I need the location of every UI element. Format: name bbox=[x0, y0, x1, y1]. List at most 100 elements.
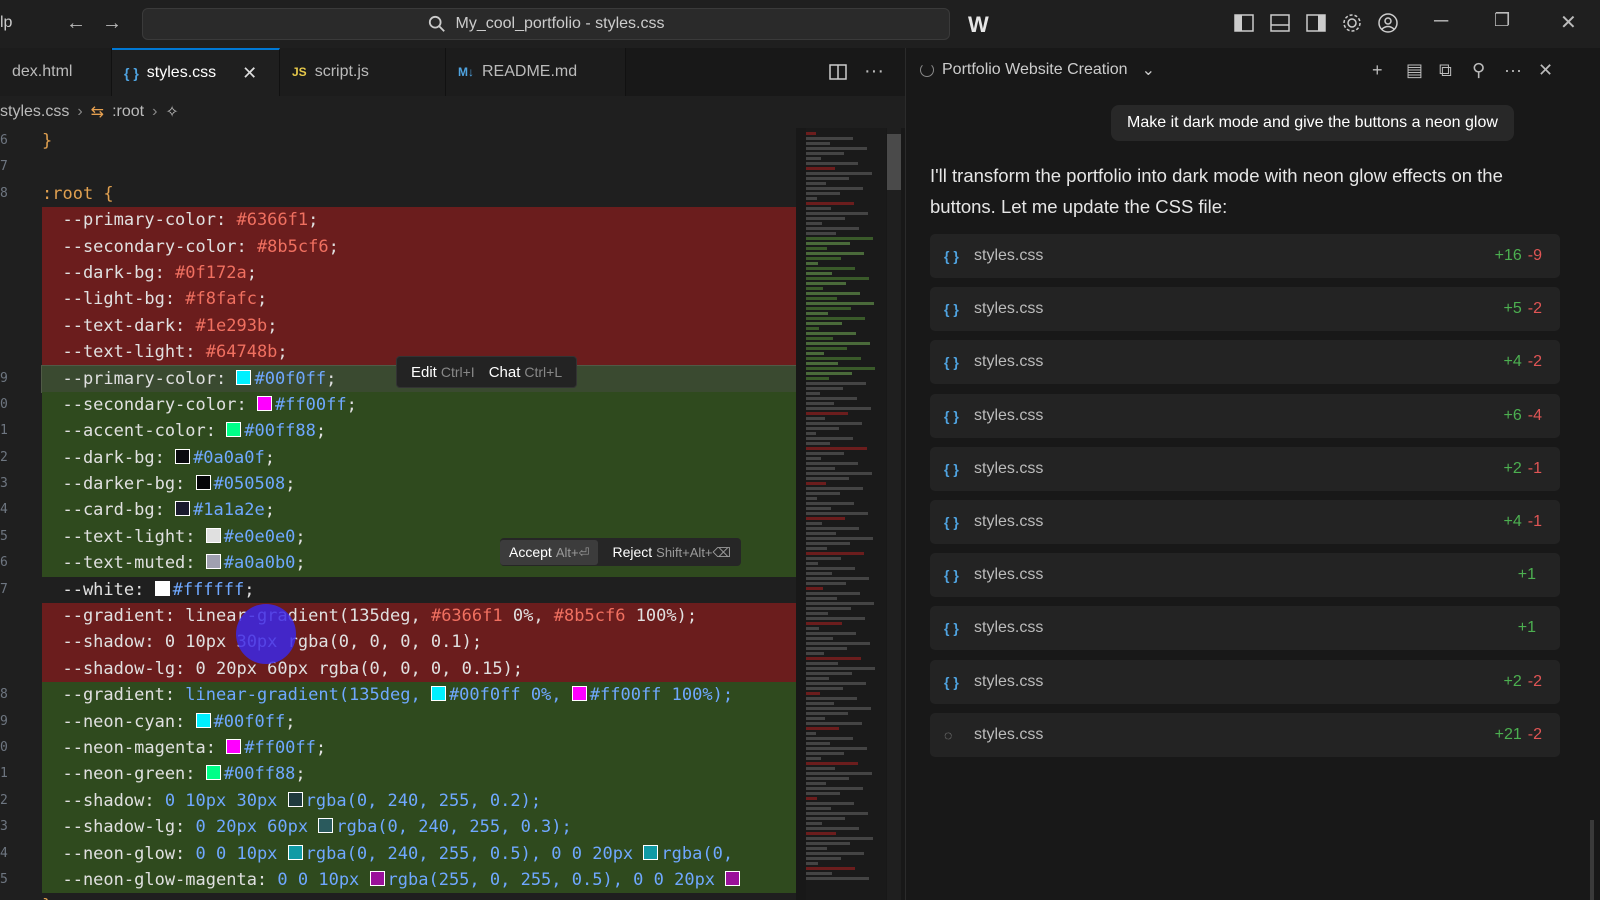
code-line[interactable]: --shadow-lg: 0 20px 60px rgba(0, 0, 0, 0… bbox=[0, 655, 796, 683]
file-change-card[interactable]: { } styles.css +4 -1 bbox=[930, 500, 1560, 544]
close-window-icon[interactable]: ✕ bbox=[1560, 10, 1577, 35]
accept-button[interactable]: Accept Alt+⏎ bbox=[500, 539, 599, 565]
file-change-card[interactable]: { } styles.css +2 -2 bbox=[930, 659, 1560, 704]
history-icon[interactable]: ▤ bbox=[1406, 60, 1423, 81]
command-center-search[interactable]: My_cool_portfolio - styles.css bbox=[142, 8, 950, 40]
code-line[interactable]: 7 --white: #ffffff; bbox=[0, 577, 796, 603]
breadcrumb-file[interactable]: styles.css bbox=[0, 103, 69, 121]
color-swatch[interactable] bbox=[175, 448, 191, 464]
new-chat-icon[interactable]: + bbox=[1372, 60, 1383, 81]
file-change-card[interactable]: { } styles.css +16 -9 bbox=[930, 234, 1560, 278]
file-change-card[interactable]: { } styles.css +4 -2 bbox=[930, 340, 1560, 385]
minimap[interactable] bbox=[806, 128, 886, 900]
code-line[interactable]: 1 --neon-green: #00ff88; bbox=[0, 761, 796, 788]
code-line[interactable]: --dark-bg: #0f172a; bbox=[0, 259, 796, 287]
minimap-line bbox=[806, 652, 824, 655]
color-swatch[interactable] bbox=[236, 369, 252, 385]
code-line[interactable]: 5 --neon-glow-magenta: 0 0 10px rgba(255… bbox=[0, 866, 796, 894]
code-line[interactable]: 2 --dark-bg: #0a0a0f; bbox=[0, 444, 796, 472]
color-swatch[interactable] bbox=[287, 844, 303, 860]
color-swatch[interactable] bbox=[369, 870, 385, 886]
code-line[interactable]: 8 --gradient: linear-gradient(135deg, #0… bbox=[0, 682, 796, 709]
file-change-card[interactable]: ◌ styles.css +21 -2 bbox=[930, 712, 1560, 757]
restore-icon[interactable]: ❐ bbox=[1494, 10, 1510, 31]
color-swatch[interactable] bbox=[571, 686, 587, 702]
forward-arrow-icon[interactable]: → bbox=[102, 12, 122, 35]
file-change-card[interactable]: { } styles.css +6 -4 bbox=[930, 393, 1560, 438]
code-line[interactable]: 1 --accent-color: #00ff88; bbox=[0, 418, 796, 445]
code-line[interactable]: --shadow: 0 10px 30px rgba(0, 0, 0, 0.1)… bbox=[0, 629, 796, 656]
toggle-panel-icon[interactable] bbox=[1269, 12, 1291, 34]
chat-header[interactable]: Portfolio Website Creation ⌄ bbox=[920, 60, 1155, 80]
color-swatch[interactable] bbox=[430, 686, 446, 702]
color-swatch[interactable] bbox=[195, 712, 211, 728]
code-line[interactable]: --gradient: linear-gradient(135deg, #636… bbox=[0, 603, 796, 630]
code-editor[interactable]: 6} 7 8:root { --primary-color: #6366f1; --… bbox=[0, 128, 796, 900]
code-line[interactable]: 4 --neon-glow: 0 0 10px rgba(0, 240, 255… bbox=[0, 840, 796, 867]
code-line[interactable]: --primary-color: #6366f1; bbox=[0, 207, 796, 234]
back-arrow-icon[interactable]: ← bbox=[66, 12, 86, 35]
minimap-line bbox=[806, 577, 869, 580]
settings-gear-icon[interactable] bbox=[1341, 12, 1363, 34]
color-swatch[interactable] bbox=[175, 501, 191, 517]
tab-index-html[interactable]: dex.html bbox=[0, 48, 112, 96]
code-line[interactable]: 4 --card-bg: #1a1a2e; bbox=[0, 497, 796, 524]
more-actions-icon[interactable]: ··· bbox=[864, 60, 884, 83]
pin-icon[interactable]: ⚲ bbox=[1472, 60, 1485, 81]
close-panel-icon[interactable]: ✕ bbox=[1538, 60, 1553, 81]
color-swatch[interactable] bbox=[205, 765, 221, 781]
tab-styles-css[interactable]: { } styles.css ✕ bbox=[112, 48, 280, 96]
code-line[interactable]: 6} bbox=[0, 128, 796, 154]
toggle-primary-sidebar-icon[interactable] bbox=[1233, 12, 1255, 34]
code-line[interactable]: } bbox=[0, 893, 796, 900]
open-in-editor-icon[interactable]: ⧉ bbox=[1439, 60, 1452, 81]
color-swatch[interactable] bbox=[287, 791, 303, 807]
file-change-card[interactable]: { } styles.css +1 bbox=[930, 606, 1560, 651]
file-change-card[interactable]: { } styles.css +5 -2 bbox=[930, 287, 1560, 332]
code-line[interactable]: 8:root { bbox=[0, 181, 796, 207]
color-swatch[interactable] bbox=[154, 580, 170, 596]
color-swatch[interactable] bbox=[725, 870, 741, 886]
breadcrumb-symbol[interactable]: :root bbox=[112, 103, 144, 121]
color-swatch[interactable] bbox=[205, 527, 221, 543]
split-editor-icon[interactable] bbox=[828, 62, 848, 82]
tab-readme-md[interactable]: M↓ README.md bbox=[446, 48, 626, 96]
app-menu-fragment[interactable]: lp bbox=[0, 14, 12, 32]
minimap-line bbox=[806, 597, 837, 600]
code-line[interactable]: 3 --shadow-lg: 0 20px 60px rgba(0, 240, … bbox=[0, 814, 796, 841]
code-line[interactable]: 9 --neon-cyan: #00f0ff; bbox=[0, 708, 796, 735]
code-line[interactable]: --secondary-color: #8b5cf6; bbox=[0, 233, 796, 260]
color-swatch[interactable] bbox=[205, 554, 221, 570]
edit-action[interactable]: Edit Ctrl+I bbox=[411, 364, 475, 381]
toggle-secondary-sidebar-icon[interactable] bbox=[1305, 12, 1327, 34]
account-icon[interactable] bbox=[1377, 12, 1399, 34]
close-tab-icon[interactable]: ✕ bbox=[242, 63, 257, 84]
code-line[interactable]: --text-dark: #1e293b; bbox=[0, 312, 796, 340]
color-swatch[interactable] bbox=[226, 738, 242, 754]
editor-scrollbar[interactable] bbox=[887, 128, 901, 900]
code-line[interactable]: --light-bg: #f8fafc; bbox=[0, 286, 796, 313]
sparkle-icon[interactable]: ✧ bbox=[165, 102, 178, 122]
minimap-line bbox=[806, 547, 827, 550]
minimap-line bbox=[806, 657, 861, 660]
minimap-line bbox=[806, 472, 872, 475]
color-swatch[interactable] bbox=[226, 422, 242, 438]
chat-scrollbar[interactable] bbox=[1590, 820, 1594, 900]
reject-button[interactable]: Reject Shift+Alt+⌫ bbox=[612, 544, 730, 561]
tab-script-js[interactable]: JS script.js bbox=[280, 48, 446, 96]
color-swatch[interactable] bbox=[195, 475, 211, 491]
code-line[interactable]: 0 --secondary-color: #ff00ff; bbox=[0, 391, 796, 419]
code-line[interactable]: 0 --neon-magenta: #ff00ff; bbox=[0, 734, 796, 762]
code-line[interactable]: 3 --darker-bg: #050508; bbox=[0, 471, 796, 498]
color-swatch[interactable] bbox=[643, 844, 659, 860]
code-line[interactable]: 7 bbox=[0, 154, 796, 180]
code-line[interactable]: 2 --shadow: 0 10px 30px rgba(0, 240, 255… bbox=[0, 787, 796, 815]
color-swatch[interactable] bbox=[318, 818, 334, 834]
more-options-icon[interactable]: ··· bbox=[1504, 60, 1522, 81]
minimize-icon[interactable]: ─ bbox=[1434, 10, 1448, 33]
file-change-card[interactable]: { } styles.css +2 -1 bbox=[930, 446, 1560, 491]
scroll-thumb[interactable] bbox=[887, 134, 901, 190]
color-swatch[interactable] bbox=[256, 395, 272, 411]
file-change-card[interactable]: { } styles.css +1 bbox=[930, 553, 1560, 598]
chat-action[interactable]: Chat Ctrl+L bbox=[489, 364, 562, 381]
